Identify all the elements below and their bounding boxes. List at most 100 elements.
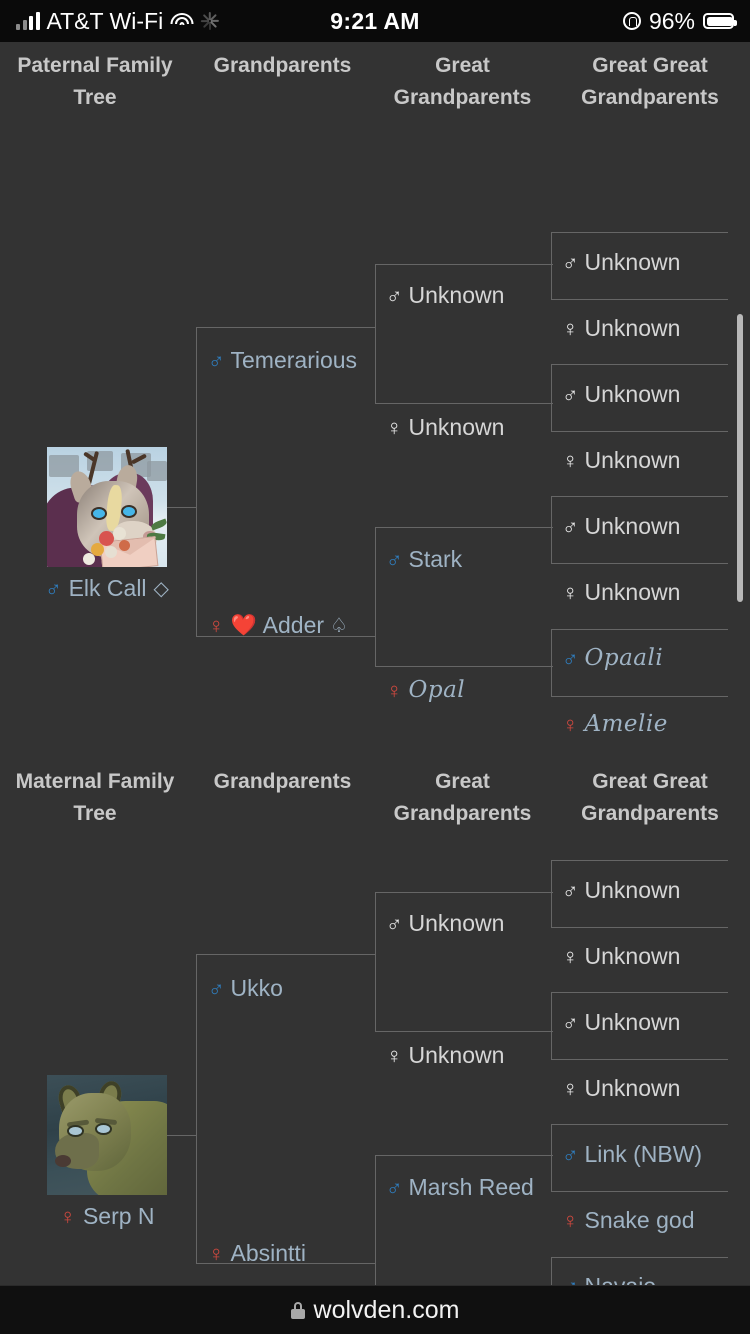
male-symbol-icon: ♂ — [562, 1275, 579, 1285]
paternal-ggp-2: ♀ Unknown — [562, 317, 680, 340]
paternal-grandparents-header: Grandparents — [213, 54, 352, 77]
maternal-grandparents-header: Grandparents — [213, 770, 352, 793]
maternal-great-great-grandparents-header: Great Great Grandparents — [581, 770, 719, 825]
node-name[interactable]: Snake god — [585, 1209, 695, 1232]
activity-spinner-icon — [201, 12, 219, 30]
paternal-tree: ♂ Elk Call ◇ ♂ Temerarious ♀ ❤️ Adder ♤ … — [0, 114, 750, 736]
page-scrollbar[interactable] — [737, 314, 743, 602]
maternal-ggp-6[interactable]: ♀ Snake god — [562, 1209, 694, 1232]
phone-screen: AT&T Wi-Fi 9:21 AM 96% Paternal Family T… — [0, 0, 750, 1334]
maternal-header-row: Maternal Family Tree Grandparents Great … — [0, 684, 750, 830]
maternal-father[interactable]: ♂ Ukko — [208, 977, 283, 1000]
paternal-gp-4[interactable]: ♀ Opal — [386, 679, 465, 702]
female-symbol-icon: ♀ — [208, 1240, 225, 1266]
node-name[interactable]: Amelie — [585, 713, 668, 736]
maternal-mother[interactable]: ♀ Absintti — [208, 1242, 306, 1265]
subject-caption[interactable]: ♂ Elk Call ◇ — [45, 575, 169, 602]
heart-icon: ❤️ — [230, 614, 257, 637]
female-symbol-icon: ♀ — [562, 1075, 579, 1101]
rotation-lock-icon — [622, 12, 641, 30]
subject-name[interactable]: Serp N — [83, 1203, 155, 1230]
battery-icon — [703, 13, 737, 29]
maternal-ggp-7[interactable]: ♂ Navajo — [562, 1275, 657, 1286]
male-symbol-icon: ♂ — [562, 381, 579, 407]
browser-url-bar[interactable]: wolvden.com — [0, 1285, 750, 1334]
page-content: Paternal Family Tree Grandparents Great … — [0, 42, 750, 1285]
paternal-mother[interactable]: ♀ ❤️ Adder ♤ — [208, 614, 348, 637]
subject-portrait-block[interactable]: ♂ Elk Call ◇ — [45, 447, 169, 602]
male-symbol-icon: ♂ — [562, 877, 579, 903]
node-name[interactable]: Navajo — [585, 1275, 657, 1286]
paternal-father[interactable]: ♂ Temerarious — [208, 349, 357, 372]
male-symbol-icon: ♂ — [208, 347, 225, 373]
node-name: Unknown — [584, 513, 681, 539]
male-symbol-icon: ♂ — [386, 282, 403, 308]
maternal-ggp-1: ♂ Unknown — [562, 879, 680, 902]
node-name: Unknown — [584, 1009, 681, 1035]
subject-portrait-block[interactable]: ♀ Serp N — [47, 1075, 167, 1230]
node-name: Unknown — [408, 1042, 505, 1068]
node-name[interactable]: Link (NBW) — [585, 1143, 703, 1166]
paternal-ggp-7[interactable]: ♂ Opaali — [562, 647, 663, 670]
subject-caption[interactable]: ♀ Serp N — [47, 1203, 167, 1230]
node-name[interactable]: Opaali — [585, 647, 664, 670]
bracket-parents — [196, 954, 376, 1264]
paternal-gp-3[interactable]: ♂ Stark — [386, 548, 462, 571]
maternal-great-grandparents-header: Great Grandparents — [393, 770, 532, 825]
maternal-ggp-2: ♀ Unknown — [562, 945, 680, 968]
male-symbol-icon: ♂ — [562, 645, 579, 671]
paternal-gp-1: ♂ Unknown — [386, 284, 504, 307]
male-symbol-icon: ♂ — [45, 575, 62, 601]
node-name[interactable]: Absintti — [231, 1242, 306, 1265]
spade-suit-icon: ♤ — [330, 614, 348, 637]
male-symbol-icon: ♂ — [562, 249, 579, 275]
node-name: Unknown — [408, 910, 505, 936]
wolf-portrait-elk-call[interactable] — [47, 447, 167, 567]
maternal-ggp-5[interactable]: ♂ Link (NBW) — [562, 1143, 702, 1166]
paternal-ggp-6: ♀ Unknown — [562, 581, 680, 604]
node-name[interactable]: Adder — [263, 614, 324, 637]
paternal-great-grandparents-header: Great Grandparents — [393, 54, 532, 109]
maternal-gp-1: ♂ Unknown — [386, 912, 504, 935]
bracket-parents — [196, 327, 376, 637]
female-symbol-icon: ♀ — [386, 414, 403, 440]
female-symbol-icon: ♀ — [562, 711, 579, 737]
node-name: Unknown — [584, 943, 681, 969]
node-name: Unknown — [408, 282, 505, 308]
battery-percent-label: 96% — [648, 7, 695, 34]
node-name: Unknown — [584, 1075, 681, 1101]
status-bar-right: 96% — [622, 7, 737, 35]
node-name: Unknown — [584, 877, 681, 903]
connector-subject — [167, 1135, 197, 1136]
female-symbol-icon: ♀ — [208, 612, 225, 638]
node-name: Unknown — [584, 315, 681, 341]
wolf-portrait-serp-n[interactable] — [47, 1075, 167, 1195]
maternal-gp-3[interactable]: ♂ Marsh Reed — [386, 1176, 534, 1199]
male-symbol-icon: ♂ — [386, 1174, 403, 1200]
signal-bars-icon — [16, 12, 40, 30]
female-symbol-icon: ♀ — [562, 943, 579, 969]
node-name[interactable]: Marsh Reed — [409, 1176, 534, 1199]
male-symbol-icon: ♂ — [386, 546, 403, 572]
maternal-ggp-3: ♂ Unknown — [562, 1011, 680, 1034]
male-symbol-icon: ♂ — [562, 513, 579, 539]
node-name[interactable]: Stark — [409, 548, 463, 571]
node-name: Unknown — [408, 414, 505, 440]
paternal-ggp-5: ♂ Unknown — [562, 515, 680, 538]
male-symbol-icon: ♂ — [208, 975, 225, 1001]
paternal-ggp-8[interactable]: ♀ Amelie — [562, 713, 668, 736]
node-name[interactable]: Ukko — [231, 977, 283, 1000]
node-name[interactable]: Temerarious — [231, 349, 358, 372]
url-label[interactable]: wolvden.com — [314, 1296, 460, 1325]
diamond-suit-icon: ◇ — [153, 578, 169, 600]
lock-icon — [290, 1301, 305, 1319]
subject-name[interactable]: Elk Call — [69, 575, 147, 602]
node-name: Unknown — [584, 579, 681, 605]
maternal-ggp-4: ♀ Unknown — [562, 1077, 680, 1100]
maternal-tree: ♀ Serp N ♂ Ukko ♀ Absintti ♂ Unknown ♀ U… — [0, 830, 750, 1285]
paternal-header-row: Paternal Family Tree Grandparents Great … — [0, 42, 750, 114]
paternal-gp-2: ♀ Unknown — [386, 416, 504, 439]
paternal-ggp-4: ♀ Unknown — [562, 449, 680, 472]
female-symbol-icon: ♀ — [386, 1042, 403, 1068]
node-name[interactable]: Opal — [409, 679, 466, 702]
